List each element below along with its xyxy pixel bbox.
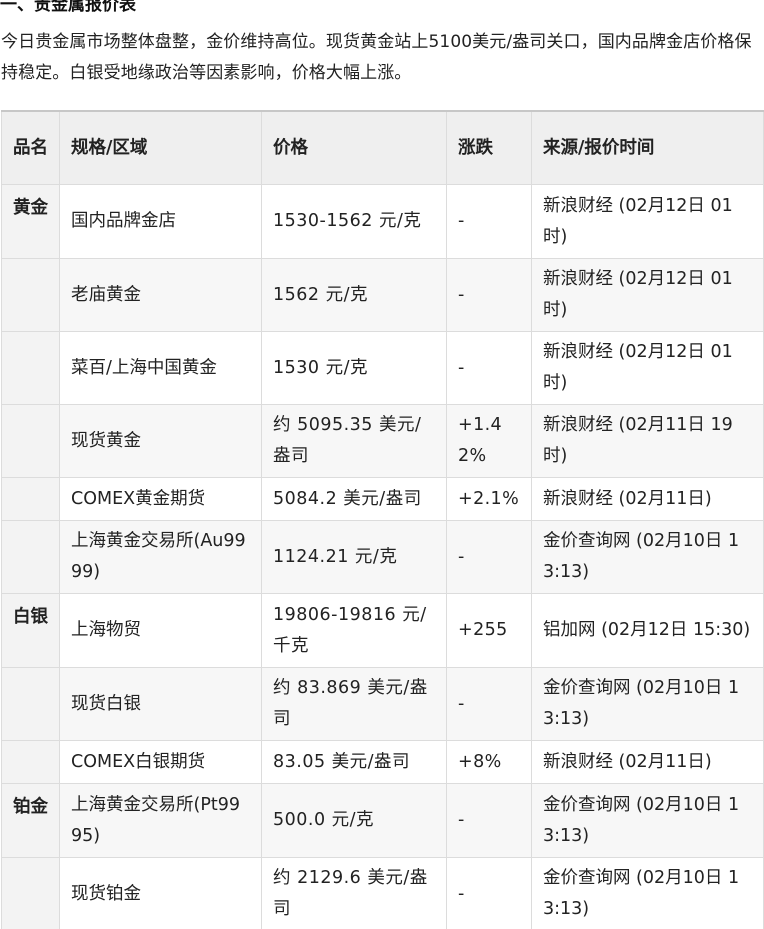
intro-paragraph: 今日贵金属市场整体盘整，金价维持高位。现货黄金站上5100美元/盎司关口，国内品… (1, 32, 752, 83)
table-header-row: 品名 规格/区域 价格 涨跌 来源/报价时间 (1, 110, 764, 185)
cell-change: +1.42% (446, 404, 532, 478)
cell-category (1, 477, 60, 521)
cell-source: 新浪财经 (02月12日 01时) (531, 331, 764, 405)
cell-price: 约 5095.35 美元/盎司 (261, 404, 447, 478)
article-page: 一、贵金属报价表 今日贵金属市场整体盘整，金价维持高位。现货黄金站上5100美元… (0, 0, 764, 929)
cell-source: 新浪财经 (02月11日 19时) (531, 404, 764, 478)
cell-change: +8% (446, 740, 532, 784)
cell-price: 83.05 美元/盎司 (261, 740, 447, 784)
cell-category (1, 667, 60, 741)
cell-source: 新浪财经 (02月12日 01时) (531, 184, 764, 259)
cell-spec: 上海黄金交易所(Au9999) (59, 520, 262, 594)
cell-price: 500.0 元/克 (261, 783, 447, 858)
cell-price: 1530-1562 元/克 (261, 184, 447, 259)
precious-metals-price-table: 品名 规格/区域 价格 涨跌 来源/报价时间 黄金 国内品牌金店 1530-1562… (1, 110, 764, 929)
cell-spec: 现货黄金 (59, 404, 262, 478)
cell-category (1, 258, 60, 332)
table-row: 上海黄金交易所(Au9999) 1124.21 元/克 - 金价查询网 (02月10日… (1, 520, 764, 594)
section-title: 一、贵金属报价表 (0, 0, 136, 15)
table-row: 老庙黄金 1562 元/克 - 新浪财经 (02月12日 01时) (1, 258, 764, 332)
cell-source: 新浪财经 (02月11日) (531, 740, 764, 784)
header-change: 涨跌 (446, 110, 532, 185)
cell-spec: COMEX黄金期货 (59, 477, 262, 521)
cell-category (1, 331, 60, 405)
cell-change: - (446, 520, 532, 594)
cell-source: 金价查询网 (02月10日 13:13) (531, 783, 764, 858)
cell-source: 金价查询网 (02月10日 13:13) (531, 667, 764, 741)
cell-spec: 上海物贸 (59, 593, 262, 668)
cell-category: 黄金 (1, 184, 60, 259)
cell-change: - (446, 667, 532, 741)
cell-spec: 老庙黄金 (59, 258, 262, 332)
cell-spec: 现货铂金 (59, 857, 262, 929)
cell-category (1, 857, 60, 929)
table-row: 黄金 国内品牌金店 1530-1562 元/克 - 新浪财经 (02月12日 01时) (1, 184, 764, 259)
cell-spec: 菜百/上海中国黄金 (59, 331, 262, 405)
cell-spec: 国内品牌金店 (59, 184, 262, 259)
table-row: 白银 上海物贸 19806-19816 元/千克 +255 铝加网 (02月12日 15… (1, 593, 764, 668)
cell-spec: 现货白银 (59, 667, 262, 741)
cell-price: 1530 元/克 (261, 331, 447, 405)
cell-change: +255 (446, 593, 532, 668)
table-body: 黄金 国内品牌金店 1530-1562 元/克 - 新浪财经 (02月12日 01时) 老… (1, 184, 764, 929)
cell-source: 铝加网 (02月12日 15:30) (531, 593, 764, 668)
cell-category (1, 740, 60, 784)
cell-price: 约 2129.6 美元/盎司 (261, 857, 447, 929)
table-row: 铂金 上海黄金交易所(Pt9995) 500.0 元/克 - 金价查询网 (02月10日… (1, 783, 764, 858)
cell-source: 金价查询网 (02月10日 13:13) (531, 857, 764, 929)
cell-spec: COMEX白银期货 (59, 740, 262, 784)
cell-price: 约 83.869 美元/盎司 (261, 667, 447, 741)
cell-change: - (446, 331, 532, 405)
header-source: 来源/报价时间 (531, 110, 764, 185)
cell-change: - (446, 857, 532, 929)
table-row: 菜百/上海中国黄金 1530 元/克 - 新浪财经 (02月12日 01时) (1, 331, 764, 405)
cell-category (1, 520, 60, 594)
table-row: 现货黄金约 5095.35 美元/盎司 +1.42% 新浪财经 (02月11日 19… (1, 404, 764, 478)
cell-price: 5084.2 美元/盎司 (261, 477, 447, 521)
cell-spec: 上海黄金交易所(Pt9995) (59, 783, 262, 858)
cell-change: - (446, 184, 532, 259)
cell-price: 1562 元/克 (261, 258, 447, 332)
cell-price: 19806-19816 元/千克 (261, 593, 447, 668)
table-row: COMEX白银期货 83.05 美元/盎司 +8% 新浪财经 (02月11日) (1, 740, 764, 784)
cell-source: 新浪财经 (02月11日) (531, 477, 764, 521)
cell-change: - (446, 783, 532, 858)
table-row: 现货铂金约 2129.6 美元/盎司 - 金价查询网 (02月10日 13:13) (1, 857, 764, 929)
cell-source: 新浪财经 (02月12日 01时) (531, 258, 764, 332)
cell-category: 白银 (1, 593, 60, 668)
cell-category (1, 404, 60, 478)
table-row: COMEX黄金期货 5084.2 美元/盎司 +2.1% 新浪财经 (02月11日) (1, 477, 764, 521)
header-spec: 规格/区域 (59, 110, 262, 185)
cell-change: +2.1% (446, 477, 532, 521)
header-category: 品名 (1, 110, 60, 185)
header-price: 价格 (261, 110, 447, 185)
table-row: 现货白银约 83.869 美元/盎司 - 金价查询网 (02月10日 13:13) (1, 667, 764, 741)
cell-category: 铂金 (1, 783, 60, 858)
cell-price: 1124.21 元/克 (261, 520, 447, 594)
cell-change: - (446, 258, 532, 332)
cell-source: 金价查询网 (02月10日 13:13) (531, 520, 764, 594)
